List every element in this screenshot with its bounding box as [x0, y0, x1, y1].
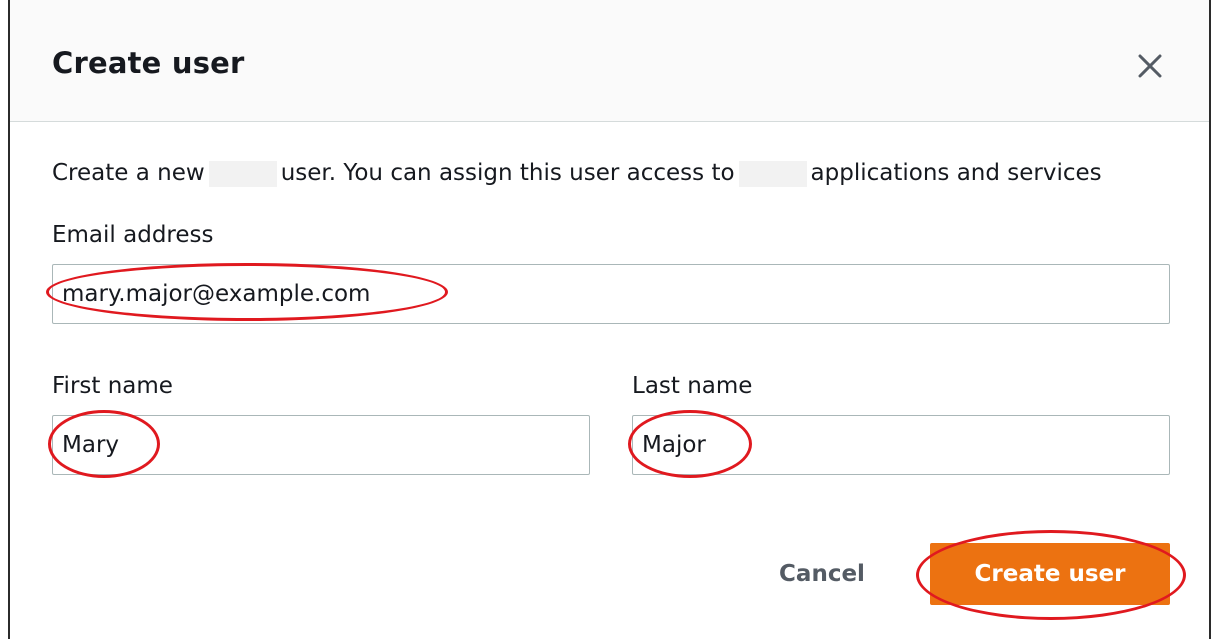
- dialog-title: Create user: [52, 46, 245, 80]
- close-icon: [1138, 54, 1162, 78]
- first-name-field-container: [52, 415, 590, 475]
- redacted-text: [738, 160, 807, 187]
- email-field[interactable]: [53, 265, 1169, 323]
- first-name-label: First name: [52, 373, 173, 399]
- email-label: Email address: [52, 222, 214, 248]
- dialog-description: Create a new user. You can assign this us…: [52, 160, 1102, 187]
- email-field-container: [52, 264, 1170, 324]
- cancel-button[interactable]: Cancel: [762, 554, 882, 594]
- create-user-dialog: Create user Create a new user. You can as…: [8, 0, 1211, 639]
- dialog-header: Create user: [10, 0, 1209, 122]
- description-part-3: applications and services: [810, 160, 1102, 186]
- redacted-text: [208, 160, 277, 187]
- create-user-button[interactable]: Create user: [930, 543, 1170, 605]
- close-button[interactable]: [1132, 48, 1168, 84]
- last-name-label: Last name: [632, 373, 753, 399]
- description-part-1: Create a new: [52, 160, 205, 186]
- last-name-field[interactable]: [633, 416, 1169, 474]
- description-part-2: user. You can assign this user access to: [280, 160, 735, 186]
- last-name-field-container: [632, 415, 1170, 475]
- first-name-field[interactable]: [53, 416, 589, 474]
